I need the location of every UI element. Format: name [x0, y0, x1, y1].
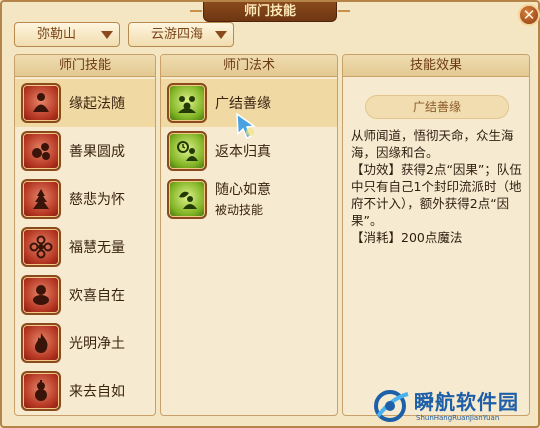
- skill-label: 善果圆成: [69, 144, 125, 160]
- art-label: 随心如意: [215, 182, 271, 198]
- cursor-icon: [236, 112, 256, 140]
- skill-label: 福慧无量: [69, 240, 125, 256]
- sect-dropdown-value: 弥勒山: [37, 27, 77, 42]
- skill-item[interactable]: 福慧无量: [15, 223, 155, 271]
- skill-item[interactable]: 善果圆成: [15, 127, 155, 175]
- skills-panel-header: 师门技能: [15, 55, 155, 77]
- skill-label: 欢喜自在: [69, 288, 125, 304]
- pagoda-icon: [21, 179, 61, 219]
- flower-icon: [21, 227, 61, 267]
- skill-label: 缘起法随: [69, 96, 125, 112]
- watermark-subtitle: ShunHangRuanJianYuan: [416, 414, 500, 422]
- close-button[interactable]: ✕: [518, 4, 540, 26]
- monk-seated-icon: [21, 83, 61, 123]
- art-sub-label: 被动技能: [215, 203, 264, 217]
- skill-item[interactable]: 慈悲为怀: [15, 175, 155, 223]
- skill-item[interactable]: 欢喜自在: [15, 271, 155, 319]
- skill-window: 师门技能 ✕ 弥勒山 云游四海 师门技能 缘起法随 善果圆成 慈悲为怀 福慧无量…: [0, 0, 540, 428]
- laughing-buddha-icon: [21, 275, 61, 315]
- effect-panel: 技能效果 广结善缘 从师闻道，悟彻天命，众生海海，因缘和合。 【功效】获得2点“…: [342, 54, 530, 416]
- skills-panel: 师门技能 缘起法随 善果圆成 慈悲为怀 福慧无量 欢喜自在 光明净土 来去自如: [14, 54, 156, 416]
- flame-icon: [21, 323, 61, 363]
- art-label: 返本归真: [215, 144, 271, 160]
- skill-item[interactable]: 光明净土: [15, 319, 155, 367]
- branch-dropdown[interactable]: 云游四海: [128, 22, 234, 47]
- clock-figure-icon: [167, 131, 207, 171]
- chevron-down-icon[interactable]: [101, 31, 113, 39]
- effect-cost-text: 【消耗】200点魔法: [351, 230, 463, 245]
- watermark-title: 瞬航软件园: [414, 390, 519, 414]
- art-item[interactable]: 随心如意 被动技能: [161, 175, 337, 223]
- branch-dropdown-value: 云游四海: [151, 27, 204, 42]
- skill-label: 光明净土: [69, 336, 125, 352]
- effect-panel-header: 技能效果: [343, 55, 529, 77]
- arts-panel-header: 师门法术: [161, 55, 337, 77]
- effect-flavor-text: 从师闻道，悟彻天命，众生海海，因缘和合。: [351, 128, 514, 160]
- fruits-icon: [21, 131, 61, 171]
- skill-label: 慈悲为怀: [69, 192, 125, 208]
- skill-label: 来去自如: [69, 384, 125, 400]
- gourd-icon: [21, 371, 61, 411]
- effect-function-text: 【功效】获得2点“因果”；队伍中只有自己1个封印流派时（地府不计入），额外获得2…: [351, 162, 522, 228]
- effect-skill-name: 广结善缘: [365, 95, 509, 119]
- watermark-logo-icon: [374, 390, 409, 422]
- watermark: 瞬航软件园 ShunHangRuanJianYuan: [372, 384, 540, 428]
- arts-panel: 师门法术 广结善缘 返本归真 随心如意 被动技能: [160, 54, 338, 416]
- skill-item[interactable]: 缘起法随: [15, 79, 155, 127]
- skill-item[interactable]: 来去自如: [15, 367, 155, 415]
- window-title: 师门技能: [190, 2, 350, 22]
- close-icon[interactable]: ✕: [523, 6, 536, 24]
- group-icon: [167, 83, 207, 123]
- art-label: 广结善缘: [215, 96, 271, 112]
- chevron-down-icon[interactable]: [215, 31, 227, 39]
- effect-description: 从师闻道，悟彻天命，众生海海，因缘和合。 【功效】获得2点“因果”；队伍中只有自…: [351, 127, 527, 246]
- leaf-figure-icon: [167, 179, 207, 219]
- sect-dropdown[interactable]: 弥勒山: [14, 22, 120, 47]
